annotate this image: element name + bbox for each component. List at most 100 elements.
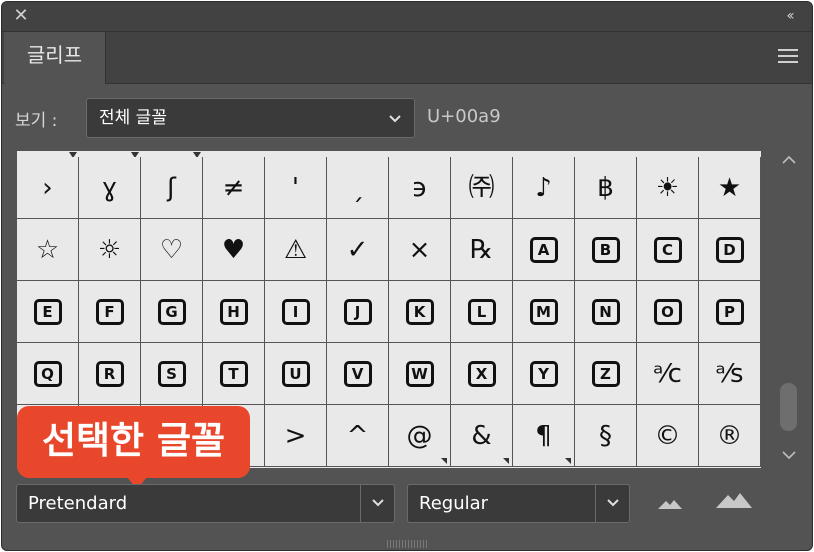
glyph-char: & <box>471 420 492 451</box>
glyph-char: ♡ <box>159 234 184 265</box>
glyph-cell[interactable]: ᵃ⁄s <box>699 343 761 405</box>
glyph-cell[interactable]: ♡ <box>141 219 203 281</box>
glyph-cell[interactable]: ♥ <box>203 219 265 281</box>
glyph-cell[interactable]: ☀ <box>637 157 699 219</box>
glyph-cell[interactable]: U <box>265 343 327 405</box>
glyph-cell[interactable]: V <box>327 343 389 405</box>
font-style-dropdown[interactable] <box>595 484 630 523</box>
glyph-cell[interactable]: ˏ <box>327 157 389 219</box>
resize-grip[interactable] <box>387 540 429 548</box>
glyph-cell[interactable]: § <box>575 405 637 467</box>
glyph-cell[interactable]: ㈜ <box>451 157 513 219</box>
glyph-char: ☼ <box>97 234 122 265</box>
mountain-large-icon[interactable] <box>716 490 752 510</box>
glyph-char: ɣ <box>101 172 118 203</box>
glyph-char: ˏ <box>351 172 364 203</box>
alternates-marker <box>441 458 447 464</box>
glyph-cell[interactable]: S <box>141 343 203 405</box>
glyph-cell[interactable]: & <box>451 405 513 467</box>
glyph-char: B <box>591 236 620 263</box>
glyph-cell[interactable]: N <box>575 281 637 343</box>
glyph-cell[interactable]: E <box>17 281 79 343</box>
glyph-cell[interactable]: ⚠ <box>265 219 327 281</box>
glyph-char: Z <box>591 360 620 387</box>
glyph-char: ฿ <box>597 172 614 203</box>
scrollbar[interactable] <box>775 151 803 468</box>
scroll-down-icon[interactable] <box>781 448 797 466</box>
glyph-cell[interactable]: Y <box>513 343 575 405</box>
glyph-cell[interactable]: ^ <box>327 405 389 467</box>
glyph-char: ® <box>716 420 743 451</box>
glyph-char: ᵃ⁄s <box>715 358 744 389</box>
glyph-char: × <box>408 234 431 265</box>
scroll-up-icon[interactable] <box>781 153 797 171</box>
glyph-cell[interactable]: ♪ <box>513 157 575 219</box>
glyph-cell[interactable]: M <box>513 281 575 343</box>
glyph-cell[interactable]: T <box>203 343 265 405</box>
chevron-down-icon <box>606 499 619 507</box>
glyph-cell[interactable]: I <box>265 281 327 343</box>
glyph-cell[interactable]: ฿ <box>575 157 637 219</box>
glyph-char: Y <box>529 360 558 387</box>
glyph-cell[interactable]: ɣ <box>79 157 141 219</box>
glyph-cell[interactable]: ≠ <box>203 157 265 219</box>
glyph-cell[interactable]: ϶ <box>389 157 451 219</box>
glyph-cell[interactable]: F <box>79 281 141 343</box>
glyph-cell[interactable]: A <box>513 219 575 281</box>
mountain-small-icon[interactable] <box>658 496 682 510</box>
glyph-cell[interactable]: ℞ <box>451 219 513 281</box>
glyph-char: ⚠ <box>283 234 308 265</box>
glyph-cell[interactable]: ® <box>699 405 761 467</box>
glyph-char: ʃ <box>167 172 176 203</box>
glyph-cell[interactable]: @ <box>389 405 451 467</box>
glyph-cell[interactable]: Q <box>17 343 79 405</box>
glyph-char: @ <box>406 420 433 451</box>
glyph-char: > <box>284 420 307 451</box>
glyph-cell[interactable]: H <box>203 281 265 343</box>
collapse-icon[interactable]: ‹‹ <box>778 6 800 26</box>
glyph-cell[interactable]: O <box>637 281 699 343</box>
font-family-field[interactable]: Pretendard <box>16 484 361 523</box>
alternates-marker <box>565 458 571 464</box>
glyph-cell[interactable]: L <box>451 281 513 343</box>
glyph-cell[interactable]: ★ <box>699 157 761 219</box>
glyph-cell[interactable]: P <box>699 281 761 343</box>
glyph-cell[interactable]: © <box>637 405 699 467</box>
glyph-char: A <box>529 236 558 263</box>
glyph-char: ✓ <box>346 234 369 265</box>
glyph-cell[interactable]: G <box>141 281 203 343</box>
glyph-cell[interactable]: > <box>265 405 327 467</box>
glyph-cell[interactable]: J <box>327 281 389 343</box>
font-style-field[interactable]: Regular <box>407 484 596 523</box>
view-select[interactable]: 전체 글꼴 <box>86 98 415 138</box>
glyph-char: › <box>42 172 53 203</box>
glyph-cell[interactable]: ¶ <box>513 405 575 467</box>
glyph-cell[interactable]: Z <box>575 343 637 405</box>
glyph-cell[interactable]: ☼ <box>79 219 141 281</box>
glyph-cell[interactable]: ' <box>265 157 327 219</box>
glyph-cell[interactable]: W <box>389 343 451 405</box>
glyph-cell[interactable]: R <box>79 343 141 405</box>
glyph-cell[interactable]: › <box>17 157 79 219</box>
glyph-char: K <box>405 298 434 325</box>
close-icon[interactable]: ✕ <box>11 6 31 26</box>
glyph-cell[interactable]: X <box>451 343 513 405</box>
glyph-char: V <box>343 360 372 387</box>
scroll-thumb[interactable] <box>780 383 797 431</box>
glyph-char: ㈜ <box>468 172 495 203</box>
glyph-char: ' <box>291 172 300 203</box>
glyph-cell[interactable]: B <box>575 219 637 281</box>
glyph-char: C <box>653 236 682 263</box>
glyph-cell[interactable]: ʃ <box>141 157 203 219</box>
glyph-cell[interactable]: × <box>389 219 451 281</box>
glyph-cell[interactable]: ᵃ⁄c <box>637 343 699 405</box>
font-family-dropdown[interactable] <box>360 484 395 523</box>
glyph-char: § <box>599 420 612 451</box>
glyph-cell[interactable]: K <box>389 281 451 343</box>
glyph-cell[interactable]: ☆ <box>17 219 79 281</box>
panel-menu-icon[interactable] <box>778 49 798 65</box>
glyph-cell[interactable]: ✓ <box>327 219 389 281</box>
glyph-cell[interactable]: C <box>637 219 699 281</box>
tab-glyphs[interactable]: 글리프 <box>4 32 106 84</box>
glyph-cell[interactable]: D <box>699 219 761 281</box>
